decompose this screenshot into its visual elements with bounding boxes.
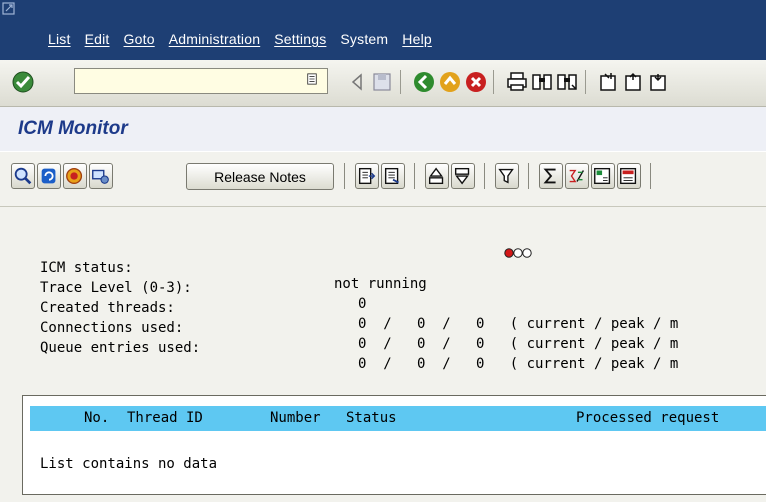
sum-icon (543, 168, 556, 184)
cancel-icon[interactable] (464, 70, 488, 94)
menu-goto[interactable]: Goto (124, 31, 155, 47)
enter-checkmark-icon[interactable] (10, 69, 36, 95)
queue-entries-value: 0 / 0 / 0 ( current / peak / m (358, 356, 679, 372)
menu-items: List Edit Goto Administration Settings S… (48, 31, 446, 47)
back-triangle-icon[interactable] (345, 70, 369, 94)
details-button[interactable] (381, 163, 405, 189)
select-layout-icon (620, 167, 637, 185)
trace-level-label: Trace Level (0-3): (40, 280, 192, 296)
stop-button[interactable] (63, 163, 87, 189)
menu-list[interactable]: List (48, 31, 71, 47)
sort-descending-button[interactable] (451, 163, 475, 189)
column-number[interactable]: Number (270, 410, 321, 426)
restart-button[interactable] (37, 163, 61, 189)
filter-button[interactable] (495, 163, 519, 189)
find-icon[interactable] (530, 70, 554, 94)
column-status[interactable]: Status (346, 410, 397, 426)
command-history-icon[interactable] (306, 73, 318, 85)
menu-help[interactable]: Help (402, 31, 432, 47)
monitor-magnify-icon (14, 167, 32, 185)
system-menu-icon[interactable] (2, 2, 16, 16)
queue-entries-label: Queue entries used: (40, 340, 201, 356)
sort-ascending-button[interactable] (425, 163, 449, 189)
created-threads-value: 0 / 0 / 0 ( current / peak / m (358, 316, 679, 332)
subtotal-button[interactable] (565, 163, 589, 189)
restart-icon (41, 168, 56, 184)
connections-used-label: Connections used: (40, 320, 184, 336)
find-next-icon[interactable] (555, 70, 579, 94)
sort-descending-icon (454, 167, 470, 185)
total-button[interactable] (539, 163, 563, 189)
column-no[interactable]: No. (84, 410, 109, 426)
traffic-light-icon (504, 248, 532, 258)
save-icon[interactable] (370, 70, 394, 94)
layout-button[interactable] (591, 163, 615, 189)
created-threads-label: Created threads: (40, 300, 175, 316)
menu-settings[interactable]: Settings (274, 31, 326, 47)
select-layout-button[interactable] (617, 163, 641, 189)
first-page-icon[interactable] (597, 70, 621, 94)
column-thread-id[interactable]: Thread ID (127, 410, 203, 426)
menu-bar: List Edit Goto Administration Settings S… (0, 0, 766, 60)
print-icon[interactable] (505, 70, 529, 94)
change-layout-icon (594, 167, 611, 185)
connections-used-value: 0 / 0 / 0 ( current / peak / m (358, 336, 679, 352)
document-detail-icon (384, 167, 399, 185)
command-field[interactable] (74, 68, 328, 94)
menu-system[interactable]: System (340, 31, 388, 47)
thread-list-header: No. Thread ID Number Status Processed re… (30, 406, 766, 431)
release-notes-button[interactable]: Release Notes (186, 163, 334, 190)
sort-ascending-icon (428, 167, 444, 185)
document-arrow-icon (358, 167, 376, 185)
next-page-icon[interactable] (647, 70, 671, 94)
filter-icon (498, 168, 514, 184)
trace-level-value: 0 (358, 296, 367, 312)
stop-icon (66, 167, 83, 185)
menu-administration[interactable]: Administration (169, 31, 261, 47)
monitor-tools-icon (92, 169, 109, 184)
export-list-button[interactable] (355, 163, 379, 189)
status-row-queue: Queue entries used: 0 / 0 / 0 ( current … (40, 324, 678, 372)
back-icon[interactable] (412, 70, 436, 94)
previous-page-icon[interactable] (622, 70, 646, 94)
column-processed-request[interactable]: Processed request (576, 410, 719, 426)
subtotal-icon (569, 169, 585, 183)
tools-button[interactable] (89, 163, 113, 189)
empty-list-message: List contains no data (40, 456, 218, 472)
standard-toolbar (0, 60, 766, 107)
icm-status-value: not running (334, 276, 427, 292)
refresh-monitor-button[interactable] (11, 163, 35, 189)
menu-edit[interactable]: Edit (85, 31, 110, 47)
page-title: ICM Monitor (18, 118, 128, 139)
exit-icon[interactable] (438, 70, 462, 94)
